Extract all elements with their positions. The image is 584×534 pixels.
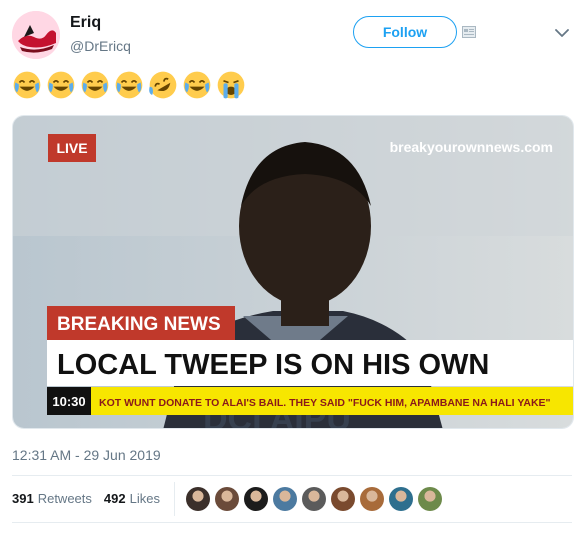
stats-separator — [174, 482, 175, 516]
tweet-text — [12, 70, 250, 106]
liker-avatar[interactable] — [360, 487, 384, 511]
author-name[interactable]: Eriq — [70, 14, 101, 32]
news-meme-image: DCI AIPU LIVE breakyourownnews.com BREAK… — [13, 116, 573, 428]
tweet-timestamp[interactable]: 12:31 AM - 29 Jun 2019 — [12, 447, 161, 463]
chevron-down-icon[interactable] — [555, 28, 569, 38]
liker-avatar[interactable] — [273, 487, 297, 511]
sob-emoji-icon — [217, 71, 245, 99]
liker-avatar[interactable] — [302, 487, 326, 511]
sms-icon[interactable] — [462, 26, 476, 38]
liker-avatar[interactable] — [418, 487, 442, 511]
joy-emoji-icon — [115, 71, 143, 99]
retweets-label[interactable]: Retweets — [38, 491, 92, 506]
liker-avatar[interactable] — [331, 487, 355, 511]
joy-emoji-icon — [183, 71, 211, 99]
joy-emoji-icon — [47, 71, 75, 99]
avatar-image — [12, 11, 60, 59]
joy-emoji-icon — [81, 71, 109, 99]
likes-count[interactable]: 492 — [104, 491, 126, 506]
live-badge: LIVE — [56, 140, 87, 156]
likes-label[interactable]: Likes — [130, 491, 160, 506]
tweet-stats: 391 Retweets 492 Likes — [12, 491, 172, 506]
ticker-text: KOT WUNT DONATE TO ALAI'S BAIL. THEY SAI… — [99, 397, 551, 409]
breaking-news-label: BREAKING NEWS — [57, 314, 221, 335]
liker-avatars — [186, 487, 447, 511]
author-handle[interactable]: @DrEricq — [70, 38, 131, 54]
tweet-media-image[interactable]: DCI AIPU LIVE breakyourownnews.com BREAK… — [12, 115, 574, 429]
author-avatar[interactable] — [12, 11, 60, 59]
liker-avatar[interactable] — [215, 487, 239, 511]
liker-avatar[interactable] — [244, 487, 268, 511]
ticker-time: 10:30 — [52, 394, 85, 409]
divider — [12, 522, 572, 523]
rofl-emoji-icon — [149, 71, 177, 99]
divider — [12, 475, 572, 476]
liker-avatar[interactable] — [389, 487, 413, 511]
watermark-text: breakyourownnews.com — [390, 139, 553, 155]
liker-avatar[interactable] — [186, 487, 210, 511]
retweets-count[interactable]: 391 — [12, 491, 34, 506]
news-headline: LOCAL TWEEP IS ON HIS OWN — [57, 349, 489, 381]
follow-button[interactable]: Follow — [353, 16, 457, 48]
joy-emoji-icon — [13, 71, 41, 99]
